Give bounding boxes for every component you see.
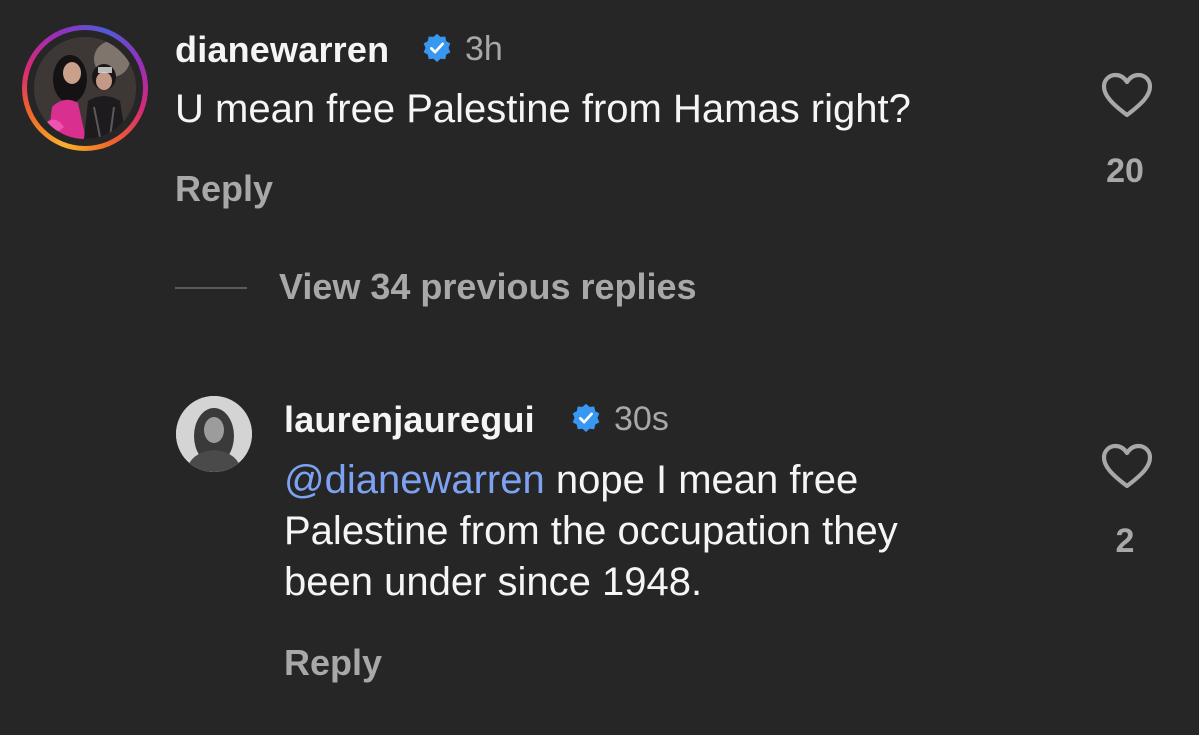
verified-badge-icon <box>423 33 451 62</box>
comment-text-line-3: been under since 1948. <box>284 560 703 604</box>
comment-username[interactable]: dianewarren <box>175 29 389 71</box>
mention-link[interactable]: @dianewarren <box>284 458 545 502</box>
replies-divider <box>175 287 247 289</box>
comment-text-line-2: Palestine from the occupation they <box>284 509 898 553</box>
comment-text: U mean free Palestine from Hamas right? <box>175 87 911 131</box>
avatar-photo-image <box>34 37 136 139</box>
reply-button[interactable]: Reply <box>284 642 382 684</box>
comment-timestamp: 30s <box>614 400 669 438</box>
heart-outline-icon[interactable] <box>1101 443 1153 489</box>
avatar[interactable] <box>176 396 252 472</box>
like-count: 20 <box>1106 152 1144 190</box>
comment-timestamp: 3h <box>465 30 503 68</box>
verified-badge-icon <box>572 403 600 432</box>
avatar[interactable] <box>34 37 136 139</box>
comment-text-segment: nope I mean free <box>544 458 859 502</box>
comment-text-line-1: @dianewarren nope I mean free <box>284 455 858 506</box>
avatar-ring-gap <box>27 30 143 146</box>
heart-outline-icon[interactable] <box>1101 72 1153 118</box>
avatar-photo-image <box>176 396 252 472</box>
view-previous-replies-button[interactable]: View 34 previous replies <box>279 266 697 308</box>
avatar-story-ring[interactable] <box>22 25 148 151</box>
reply-button[interactable]: Reply <box>175 168 273 210</box>
comment-username[interactable]: laurenjauregui <box>284 399 535 441</box>
like-count: 2 <box>1115 522 1135 560</box>
